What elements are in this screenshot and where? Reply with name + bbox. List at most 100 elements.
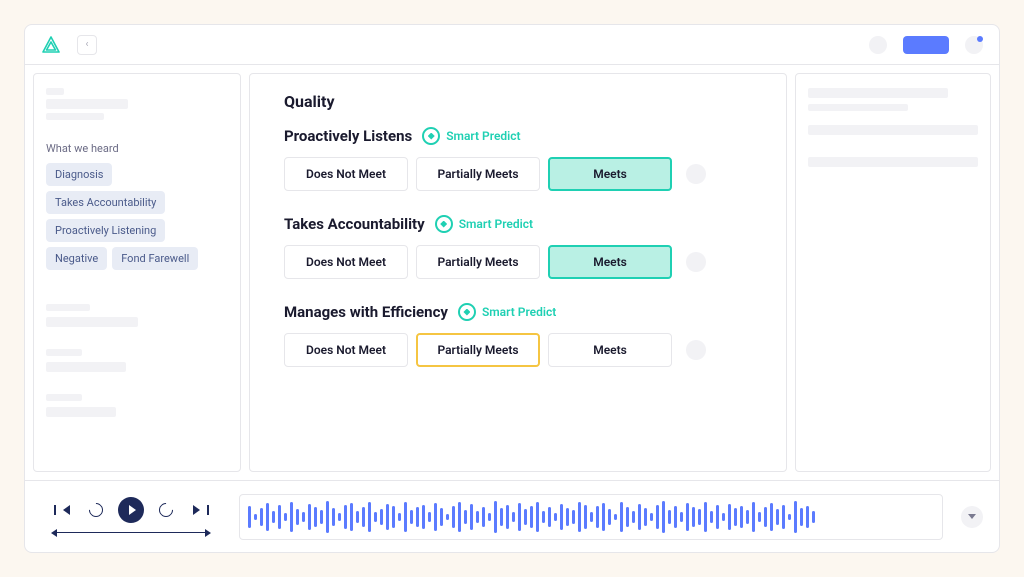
audio-player — [25, 480, 999, 552]
app-window: ‹ What we heard Diagnosis Takes Accountab… — [24, 24, 1000, 553]
waveform-bar — [746, 510, 749, 524]
sidebar-section-3 — [46, 349, 228, 372]
waveform-bar — [314, 507, 317, 527]
waveform-bar — [518, 503, 521, 531]
smart-predict-icon — [422, 127, 440, 145]
waveform-bar — [590, 512, 593, 522]
seek-bar[interactable] — [51, 529, 211, 537]
waveform-bar — [680, 512, 683, 522]
play-button[interactable] — [118, 497, 144, 523]
waveform-bar — [722, 513, 725, 521]
waveform-bar — [392, 506, 395, 528]
rating-option[interactable]: Meets — [548, 333, 672, 367]
main-panel: Quality Proactively ListensSmart Predict… — [249, 73, 787, 472]
waveform-bar — [566, 508, 569, 526]
primary-action-button[interactable] — [903, 36, 949, 54]
player-controls — [41, 497, 221, 537]
rating-option[interactable]: Partially Meets — [416, 245, 540, 279]
rating-option[interactable]: Meets — [548, 157, 672, 191]
waveform-bar — [482, 507, 485, 527]
waveform-bar — [524, 509, 527, 525]
waveform-bar — [662, 501, 665, 533]
waveform-bar — [788, 514, 791, 520]
waveform-bar — [578, 502, 581, 532]
next-button[interactable] — [188, 502, 204, 518]
tag[interactable]: Negative — [46, 247, 107, 270]
waveform-bar — [470, 504, 473, 530]
waveform-bar — [260, 508, 263, 526]
body: What we heard Diagnosis Takes Accountabil… — [25, 65, 999, 480]
tag[interactable]: Diagnosis — [46, 163, 112, 186]
waveform-bar — [308, 504, 311, 530]
rating-option[interactable]: Does Not Meet — [284, 157, 408, 191]
back-button[interactable]: ‹ — [77, 35, 97, 55]
rating-option[interactable]: Does Not Meet — [284, 245, 408, 279]
waveform-bar — [488, 513, 491, 521]
waveform-bar — [638, 504, 641, 530]
waveform-bar — [740, 506, 743, 528]
rating-option[interactable]: Partially Meets — [416, 157, 540, 191]
avatar[interactable] — [869, 36, 887, 54]
tag[interactable]: Takes Accountability — [46, 191, 165, 214]
logo-icon[interactable] — [41, 36, 61, 54]
waveform-bar — [422, 505, 425, 529]
waveform-bar — [398, 513, 401, 521]
rating-options: Does Not MeetPartially MeetsMeets — [284, 157, 752, 191]
smart-predict-label: Smart Predict — [459, 217, 533, 231]
waveform-bar — [512, 512, 515, 522]
edit-icon[interactable] — [686, 340, 706, 360]
waveform-bar — [452, 506, 455, 528]
notifications-icon[interactable] — [965, 36, 983, 54]
waveform-bar — [794, 501, 797, 533]
smart-predict-badge: Smart Predict — [422, 127, 520, 145]
waveform-bar — [284, 513, 287, 521]
waveform-bar — [272, 511, 275, 523]
waveform-bar — [302, 512, 305, 522]
waveform-bar — [278, 505, 281, 529]
waveform-bar — [542, 511, 545, 523]
waveform-bar — [806, 506, 809, 528]
waveform-bar — [428, 512, 431, 522]
criterion-name: Manages with Efficiency — [284, 303, 448, 321]
waveform-bar — [356, 511, 359, 523]
waveform-bar — [608, 509, 611, 525]
waveform-bar — [764, 507, 767, 527]
sidebar-meta-block — [46, 88, 228, 120]
rating-option[interactable]: Partially Meets — [416, 333, 540, 367]
waveform-bar — [602, 503, 605, 531]
waveform-bar — [374, 512, 377, 522]
waveform-bar — [248, 506, 251, 528]
speed-dropdown[interactable] — [961, 506, 983, 528]
tag[interactable]: Proactively Listening — [46, 219, 165, 242]
waveform-bar — [560, 504, 563, 530]
waveform-bar — [704, 502, 707, 532]
waveform-bar — [758, 512, 761, 522]
edit-icon[interactable] — [686, 252, 706, 272]
previous-button[interactable] — [58, 502, 74, 518]
rating-option[interactable]: Does Not Meet — [284, 333, 408, 367]
waveform-bar — [320, 510, 323, 524]
smart-predict-icon — [435, 215, 453, 233]
waveform-bar — [386, 504, 389, 530]
waveform-bar — [716, 505, 719, 529]
waveform-bar — [656, 505, 659, 529]
header-bar: ‹ — [25, 25, 999, 65]
waveform-bar — [404, 502, 407, 532]
waveform-bar — [344, 505, 347, 529]
waveform-bar — [626, 507, 629, 527]
what-we-heard-label: What we heard — [46, 142, 228, 155]
waveform-bar — [698, 509, 701, 525]
waveform-bar — [440, 508, 443, 526]
edit-icon[interactable] — [686, 164, 706, 184]
forward-button[interactable] — [158, 502, 174, 518]
waveform-bar — [362, 507, 365, 527]
tag[interactable]: Fond Farewell — [112, 247, 198, 270]
rating-option[interactable]: Meets — [548, 245, 672, 279]
waveform-bar — [254, 514, 257, 520]
waveform-bar — [494, 501, 497, 533]
waveform[interactable] — [239, 494, 943, 540]
waveform-bar — [644, 508, 647, 526]
waveform-bar — [614, 514, 617, 520]
rewind-button[interactable] — [88, 502, 104, 518]
waveform-bar — [776, 509, 779, 525]
